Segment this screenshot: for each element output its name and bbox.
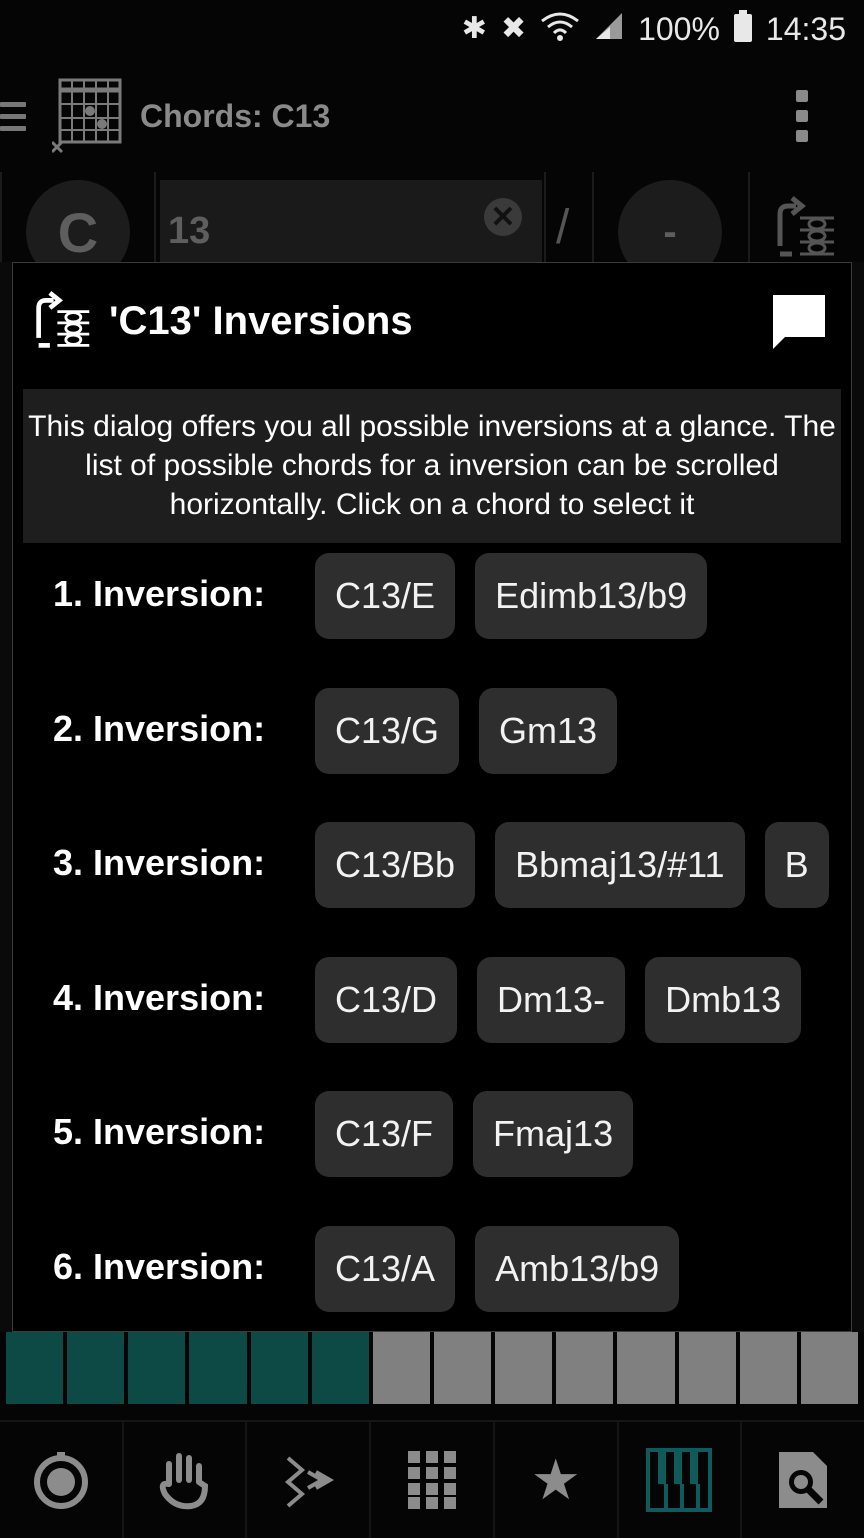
chord-chip[interactable]: Gm13 (479, 688, 618, 774)
chord-chip[interactable]: Fmaj13 (473, 1091, 634, 1177)
inversion-label: 1. Inversion: (53, 573, 266, 614)
chord-chip-list[interactable]: C13/A Amb13/b9 (315, 1226, 833, 1312)
chord-grid-icon (50, 78, 124, 154)
chord-chip[interactable]: C13/F (315, 1091, 454, 1177)
search-icon[interactable] (742, 1422, 864, 1538)
piano-key[interactable] (739, 1330, 797, 1404)
piano-key[interactable] (6, 1330, 64, 1404)
inversions-dialog: 'C13' Inversions This dialog offers you … (12, 262, 852, 1332)
inversion-row-3: 3. Inversion: C13/Bb Bbmaj13/#11 B (13, 822, 851, 908)
wifi-icon (540, 11, 580, 47)
menu-icon[interactable] (0, 101, 26, 131)
hand-icon[interactable] (124, 1422, 248, 1538)
piano-key[interactable] (372, 1330, 430, 1404)
inversion-label: 5. Inversion: (53, 1111, 266, 1152)
signal-icon (594, 11, 624, 47)
inversion-label: 4. Inversion: (53, 977, 266, 1018)
chord-chip[interactable]: Dm13- (477, 957, 626, 1043)
battery-icon (733, 10, 752, 48)
chord-chip[interactable]: C13/D (315, 957, 458, 1043)
piano-key[interactable] (311, 1330, 369, 1404)
chord-chip[interactable]: Dmb13 (645, 957, 802, 1043)
app-bar: Chords: C13 (0, 62, 864, 170)
inversion-row-5: 5. Inversion: C13/F Fmaj13 (13, 1091, 851, 1177)
piano-key[interactable] (556, 1330, 614, 1404)
piano-key[interactable] (189, 1330, 247, 1404)
piano-key[interactable] (250, 1330, 308, 1404)
backdrop-right (852, 262, 864, 1332)
dialog-description: This dialog offers you all possible inve… (23, 389, 841, 543)
piano-key[interactable] (800, 1330, 858, 1404)
battery-percent: 100% (638, 10, 720, 47)
inversions-icon[interactable] (774, 196, 838, 265)
inversion-label: 3. Inversion: (53, 842, 266, 883)
chord-chip[interactable]: Amb13/b9 (475, 1226, 680, 1312)
clock: 14:35 (765, 10, 846, 47)
piano-icon[interactable] (619, 1422, 743, 1538)
chord-chip[interactable]: B (764, 822, 829, 908)
overflow-menu-icon[interactable] (796, 90, 808, 142)
chord-chip-list[interactable]: C13/Bb Bbmaj13/#11 B (315, 822, 833, 908)
chord-chip-list[interactable]: C13/D Dm13- Dmb13 (315, 957, 833, 1043)
dialog-title: 'C13' Inversions (109, 299, 413, 343)
bluetooth-icon: ✱ (461, 12, 487, 45)
inversions-icon (33, 291, 93, 356)
piano-key[interactable] (433, 1330, 492, 1404)
chord-chip[interactable]: C13/E (315, 553, 456, 639)
chord-chip[interactable]: Edimb13/b9 (475, 553, 708, 639)
dialog-header: 'C13' Inversions (13, 263, 851, 383)
chat-icon[interactable] (769, 291, 829, 356)
chord-chip[interactable]: C13/A (315, 1226, 456, 1312)
star-icon[interactable]: ★ (495, 1422, 619, 1538)
inversion-row-1: 1. Inversion: C13/E Edimb13/b9 (13, 553, 851, 639)
piano-key[interactable] (128, 1330, 186, 1404)
chord-chip-list[interactable]: C13/G Gm13 (315, 688, 833, 774)
grid-icon[interactable] (371, 1422, 495, 1538)
chord-chip[interactable]: Bbmaj13/#11 (495, 822, 745, 908)
clear-icon[interactable]: ✕ (484, 198, 522, 236)
backdrop-left (0, 262, 12, 1332)
inversion-row-4: 4. Inversion: C13/D Dm13- Dmb13 (13, 957, 851, 1043)
chord-chip[interactable]: C13/G (315, 688, 460, 774)
piano-key[interactable] (495, 1330, 553, 1404)
piano-key[interactable] (678, 1330, 736, 1404)
arpeggio-icon[interactable] (247, 1422, 372, 1538)
chord-chip[interactable]: C13/Bb (315, 822, 476, 908)
piano-key[interactable] (67, 1330, 125, 1404)
inversion-row-6: 6. Inversion: C13/A Amb13/b9 (13, 1226, 851, 1312)
chord-chip-list[interactable]: C13/E Edimb13/b9 (315, 553, 833, 639)
inversion-label: 6. Inversion: (53, 1246, 266, 1287)
inversion-label: 2. Inversion: (53, 708, 266, 749)
chord-chip-list[interactable]: C13/F Fmaj13 (315, 1091, 833, 1177)
inversion-row-2: 2. Inversion: C13/G Gm13 (13, 688, 851, 774)
mute-icon: ✖ (500, 12, 527, 45)
piano-keyboard (6, 1330, 858, 1404)
chord-input-row: C 13 (0, 172, 864, 284)
bottom-nav: ★ (0, 1420, 864, 1538)
status-bar: ✱ ✖ 100% 14:35 (0, 0, 864, 58)
metronome-icon[interactable] (0, 1422, 124, 1538)
piano-key[interactable] (617, 1330, 675, 1404)
slash-separator: / (556, 201, 570, 254)
app-title: Chords: C13 (140, 97, 331, 134)
